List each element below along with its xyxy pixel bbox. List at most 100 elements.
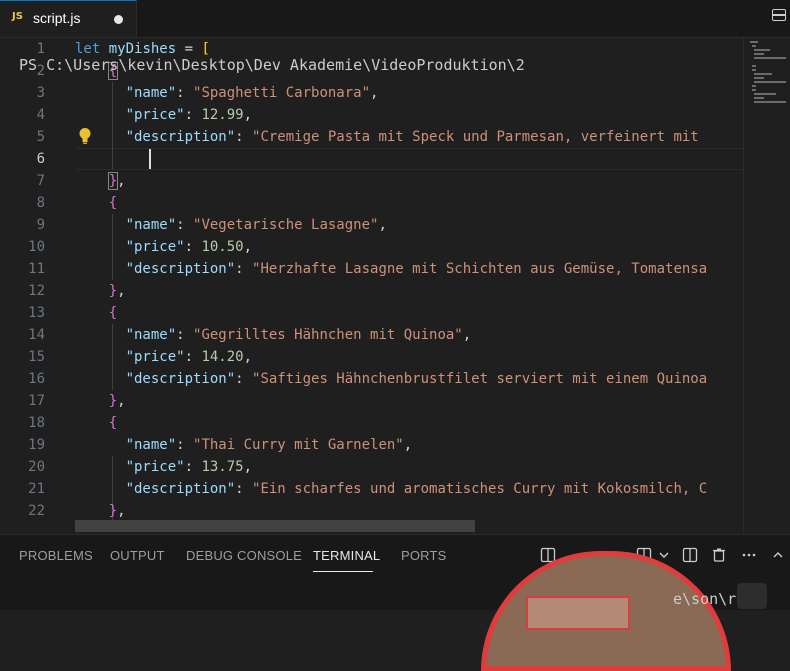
minimap-line	[754, 93, 776, 95]
line-number: 11	[28, 261, 45, 277]
tab-debug-console[interactable]: DEBUG CONSOLE	[186, 548, 302, 563]
key-token: "price"	[125, 239, 185, 255]
split-editor-icon[interactable]	[772, 9, 786, 21]
code-line-3: "name": "Spaghetti Carbonara",	[75, 82, 379, 104]
minimap-line	[752, 65, 756, 67]
number-token: 10.50	[201, 239, 244, 255]
js-file-icon: JS	[12, 11, 23, 22]
operator-token: =	[176, 41, 202, 57]
line-number: 15	[28, 349, 45, 365]
comma-token: ,	[462, 327, 472, 343]
colon-token: :	[184, 349, 202, 365]
string-token: "Thai Curry mit Garnelen"	[193, 437, 404, 453]
minimap-line	[754, 73, 772, 75]
string-token: "Gegrilltes Hähnchen mit Quinoa"	[193, 327, 463, 343]
comma-token: ,	[243, 459, 253, 475]
line-number: 20	[28, 459, 45, 475]
code-line-4: "price": 12.99,	[75, 104, 252, 126]
code-line-22: },	[75, 500, 126, 522]
code-area[interactable]: let myDishes = [ { "name": "Spaghetti Ca…	[75, 38, 743, 534]
keyword-token: let	[75, 41, 101, 57]
panel-split-icon[interactable]	[682, 547, 698, 563]
key-token: "name"	[125, 327, 177, 343]
colon-token: :	[184, 107, 202, 123]
code-line-12: },	[75, 280, 126, 302]
more-icon[interactable]	[741, 547, 757, 563]
colon-token: :	[176, 217, 194, 233]
minimap-line	[754, 101, 786, 103]
line-number: 22	[28, 503, 45, 519]
string-token: "Cremige Pasta mit Speck und Parmesan, v…	[252, 129, 699, 145]
minimap-line	[754, 53, 764, 55]
line-number: 7	[36, 173, 45, 189]
comma-token: ,	[403, 437, 413, 453]
webcam-content	[526, 596, 630, 630]
horizontal-scrollbar[interactable]	[75, 520, 475, 532]
colon-token: :	[235, 371, 253, 387]
number-token: 14.20	[201, 349, 244, 365]
code-line-16: "description": "Saftiges Hähnchenbrustfi…	[75, 368, 708, 390]
line-number: 19	[28, 437, 45, 453]
colon-token: :	[184, 459, 202, 475]
tab-terminal[interactable]: TERMINAL	[313, 548, 380, 563]
key-token: "description"	[125, 371, 236, 387]
minimap-line	[752, 85, 756, 87]
terminal-prompt[interactable]: PS C:\Users\kevin\Desktop\Dev Akademie\V…	[19, 56, 525, 74]
comma-token: ,	[117, 283, 126, 299]
minimap-line	[754, 77, 764, 79]
comma-token: ,	[243, 239, 253, 255]
comma-token: ,	[378, 217, 387, 233]
string-token: "Herzhafte Lasagne mit Schichten aus Gem…	[252, 261, 708, 277]
chevron-up-icon[interactable]	[770, 547, 786, 563]
string-token: "Saftiges Hähnchenbrustfilet serviert mi…	[252, 371, 708, 387]
line-number: 9	[36, 217, 45, 233]
code-line-20: "price": 13.75,	[75, 456, 252, 478]
variable-token: myDishes	[108, 41, 177, 57]
colon-token: :	[176, 437, 194, 453]
key-token: "description"	[125, 129, 236, 145]
bracket-token: {	[108, 415, 118, 431]
tab-script-js[interactable]: JS script.js	[0, 0, 137, 37]
active-tab-underline	[313, 571, 373, 572]
line-number: 16	[28, 371, 45, 387]
line-number: 13	[28, 305, 45, 321]
key-token: "price"	[125, 349, 185, 365]
bracket-token: }	[108, 503, 118, 519]
code-line-17: },	[75, 390, 126, 412]
bracket-token: }	[107, 172, 119, 190]
line-number: 3	[36, 85, 45, 101]
minimap-line	[750, 41, 758, 43]
comma-token: ,	[117, 503, 126, 519]
number-token: 13.75	[201, 459, 244, 475]
string-token: "Vegetarische Lasagne"	[193, 217, 379, 233]
line-number: 21	[28, 481, 45, 497]
trash-icon[interactable]	[711, 547, 727, 563]
code-line-18: {	[75, 412, 117, 434]
tab-ports[interactable]: PORTS	[401, 548, 447, 563]
code-editor[interactable]: 1 2 3 4 5 6 7 8 9 10 11 12 13 14 15 16 1…	[0, 38, 790, 534]
line-number: 5	[36, 129, 45, 145]
colon-token: :	[176, 327, 194, 343]
key-token: "name"	[125, 217, 177, 233]
tab-output[interactable]: OUTPUT	[110, 548, 165, 563]
line-number: 12	[28, 283, 45, 299]
line-number: 4	[36, 107, 45, 123]
terminal-action-button[interactable]	[737, 583, 767, 609]
tab-problems[interactable]: PROBLEMS	[19, 548, 93, 563]
code-line-9: "name": "Vegetarische Lasagne",	[75, 214, 387, 236]
minimap[interactable]	[743, 38, 790, 534]
bracket-token: }	[108, 283, 118, 299]
comma-token: ,	[370, 85, 379, 101]
comma-token: ,	[117, 173, 126, 189]
colon-token: :	[184, 239, 202, 255]
minimap-line	[754, 57, 786, 59]
tab-label: script.js	[33, 10, 81, 26]
unsaved-dot-icon[interactable]	[114, 15, 123, 24]
code-line-7: },	[75, 170, 126, 192]
key-token: "price"	[125, 107, 185, 123]
line-number: 17	[28, 393, 45, 409]
editor-tab-bar: JS script.js	[0, 0, 790, 38]
code-line-11: "description": "Herzhafte Lasagne mit Sc…	[75, 258, 708, 280]
colon-token: :	[235, 261, 253, 277]
minimap-line	[752, 69, 756, 71]
